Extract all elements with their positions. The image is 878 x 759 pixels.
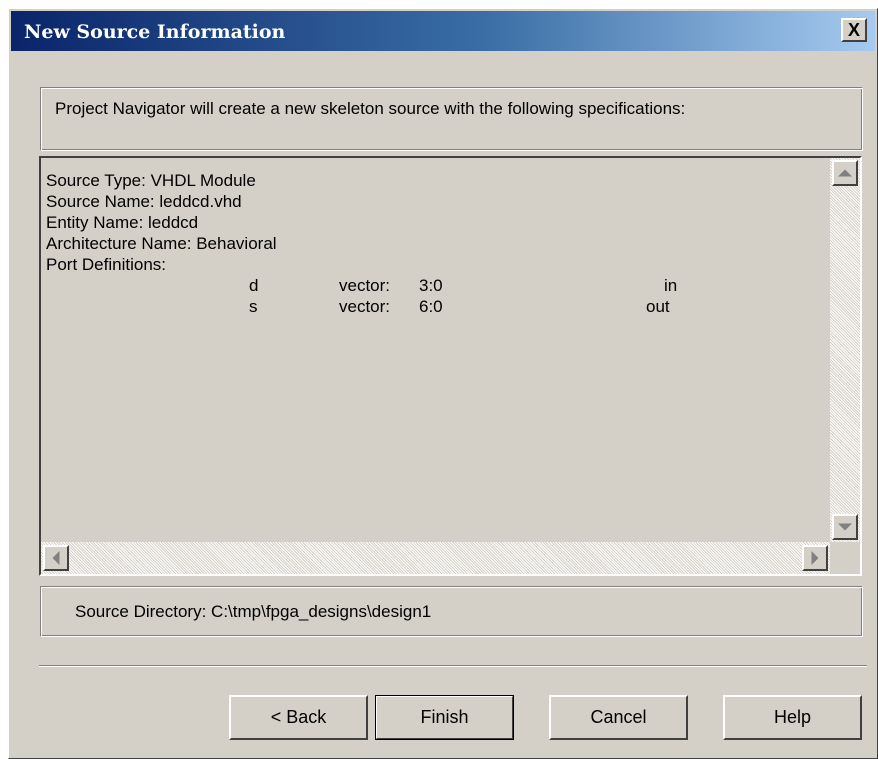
source-directory-text: Source Directory: C:\tmp\fpga_designs\de… [75,602,432,621]
port-row: d vector: 3:0 in [46,275,677,296]
arrow-right-icon [811,551,819,565]
scroll-down-button[interactable] [832,514,858,540]
architecture-name-line: Architecture Name: Behavioral [46,234,277,253]
source-directory-panel: Source Directory: C:\tmp\fpga_designs\de… [40,586,863,637]
cancel-button[interactable]: Cancel [549,695,688,740]
source-name-line: Source Name: leddcd.vhd [46,192,242,211]
port-definitions-label: Port Definitions: [46,255,166,274]
scroll-right-button[interactable] [802,545,828,571]
intro-panel: Project Navigator will create a new skel… [40,87,863,151]
arrow-down-icon [838,523,852,531]
help-button[interactable]: Help [723,695,862,740]
scroll-left-button[interactable] [43,545,69,571]
arrow-left-icon [52,551,60,565]
vertical-scrollbar[interactable] [830,158,860,542]
port-range: 3:0 [419,276,443,295]
source-type-line: Source Type: VHDL Module [46,171,256,190]
port-range: 6:0 [419,297,443,316]
port-name: s [249,297,258,316]
specification-content: Source Type: VHDL Module Source Name: le… [46,170,677,317]
specification-text-area[interactable]: Source Type: VHDL Module Source Name: le… [39,156,862,576]
close-button[interactable]: X [841,18,867,42]
scroll-up-button[interactable] [832,160,858,186]
separator-line [39,665,867,667]
close-icon: X [847,20,860,40]
port-kind: vector: [339,297,391,316]
title-bar[interactable]: New Source Information [11,11,875,51]
finish-button[interactable]: Finish [375,695,514,740]
entity-name-line: Entity Name: leddcd [46,213,199,232]
horizontal-scrollbar[interactable] [41,542,830,574]
scrollbar-corner [830,542,860,574]
port-name: d [249,276,259,295]
arrow-up-icon [838,169,852,177]
port-kind: vector: [339,276,391,295]
port-direction: in [664,276,678,295]
port-row: s vector: 6:0 out [46,296,670,317]
port-direction: out [646,297,670,316]
back-button[interactable]: < Back [229,695,368,740]
window-title: New Source Information [24,21,286,43]
intro-message: Project Navigator will create a new skel… [55,99,686,118]
